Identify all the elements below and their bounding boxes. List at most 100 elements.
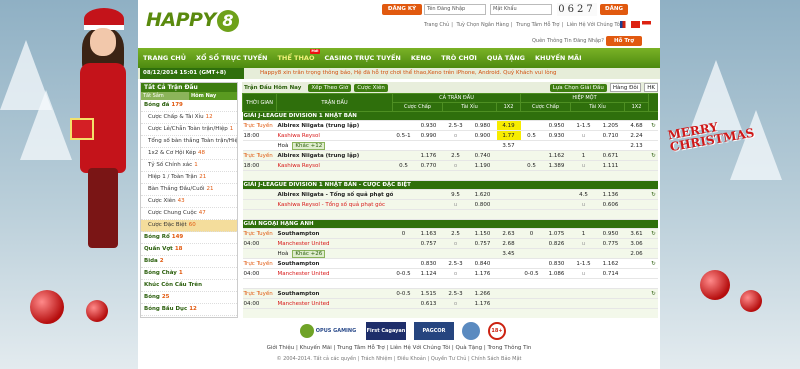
odds-cell[interactable]: 1.176 — [414, 150, 443, 161]
odds-cell[interactable]: 0.770 — [414, 160, 443, 171]
nav-keno[interactable]: KENO — [406, 48, 436, 68]
flag-indonesia-icon[interactable] — [642, 21, 651, 28]
odds-cell[interactable]: 1.124 — [414, 268, 443, 279]
sidebar-item[interactable]: Tỷ Số Chính xác 1 — [141, 160, 237, 172]
username-field[interactable]: Tên Đăng Nhập — [424, 4, 486, 15]
odds-cell[interactable]: 0.930 — [414, 120, 443, 131]
password-field[interactable]: Mật Khẩu — [490, 4, 552, 15]
flag-uk-icon[interactable] — [620, 21, 629, 28]
nav-games[interactable]: TRÒ CHƠI — [436, 48, 482, 68]
odds-cell[interactable]: 2.24 — [624, 130, 649, 141]
login-button[interactable]: ĐĂNG NHẬP — [600, 4, 628, 23]
nav-sports[interactable]: THỂ THAO Mới — [272, 48, 320, 68]
link-contact[interactable]: Liên Hệ Với Chúng Tôi — [567, 22, 622, 28]
support-button[interactable]: Hỗ Trợ — [606, 36, 642, 46]
sidebar-item[interactable]: Khúc Côn Cầu Trên — [141, 280, 237, 292]
refresh-icon[interactable]: ↻ — [648, 258, 658, 269]
sidebar-item[interactable]: Bóng Chày 1 — [141, 268, 237, 280]
odds-cell[interactable]: 1.176 — [468, 268, 497, 279]
odds-cell[interactable]: 2.63 — [496, 228, 521, 239]
footer-link-promo[interactable]: Khuyến Mãi — [300, 345, 332, 351]
odds-cell[interactable]: 0.900 — [468, 130, 497, 141]
refresh-icon[interactable]: ↻ — [648, 189, 658, 200]
odds-cell[interactable]: 1.150 — [468, 228, 497, 239]
odds-cell[interactable]: 0.830 — [542, 258, 571, 269]
odds-cell[interactable]: 0.757 — [414, 238, 443, 249]
odds-cell[interactable]: 0.671 — [596, 150, 625, 161]
odds-cell[interactable]: 0.714 — [596, 268, 625, 279]
refresh-icon[interactable]: ↻ — [648, 120, 658, 131]
odds-cell[interactable]: 1.136 — [596, 189, 625, 200]
footer-link-gifts[interactable]: Quà Tặng — [455, 345, 482, 351]
odds-cell[interactable]: 3.45 — [496, 248, 521, 259]
sidebar-item[interactable]: Cược Chung Cuộc 47 — [141, 208, 237, 220]
sidebar-item[interactable]: Bàn Thắng Đầu/Cuối 21 — [141, 184, 237, 196]
refresh-icon[interactable]: ↻ — [648, 150, 658, 161]
flag-china-icon[interactable] — [631, 21, 640, 28]
odds-cell[interactable]: 0.990 — [414, 130, 443, 141]
odds-cell[interactable]: 0.775 — [596, 238, 625, 249]
odds-cell[interactable]: 1.163 — [414, 228, 443, 239]
odds-cell[interactable]: 3.06 — [624, 238, 649, 249]
odds-cell[interactable]: 2.06 — [624, 248, 649, 259]
odds-cell[interactable]: 0.830 — [414, 258, 443, 269]
footer-link-about[interactable]: Giới Thiệu — [267, 345, 295, 351]
odds-cell[interactable]: 1.162 — [596, 258, 625, 269]
more-markets-button[interactable]: Khác +26 — [292, 249, 326, 258]
sidebar-item[interactable]: Hiệp 1 / Toàn Trận 21 — [141, 172, 237, 184]
odds-cell[interactable]: 4.19 — [496, 120, 521, 131]
sidebar-item[interactable]: Quần Vợt 18 — [141, 244, 237, 256]
odds-cell[interactable]: 0.800 — [468, 199, 497, 210]
footer-link-support[interactable]: Trung Tâm Hỗ Trợ — [337, 345, 385, 351]
nav-casino[interactable]: CASINO TRỰC TUYẾN — [320, 48, 406, 68]
forgot-login-link[interactable]: Quên Thông Tin Đăng Nhập? — [532, 38, 604, 44]
odds-cell[interactable]: 2.13 — [624, 140, 649, 151]
odds-cell[interactable]: 0.840 — [468, 258, 497, 269]
odds-cell[interactable]: 1.176 — [468, 298, 497, 309]
view-select[interactable]: Hàng Đôi — [609, 83, 642, 92]
nav-lottery[interactable]: XỔ SỐ TRỰC TUYẾN — [191, 48, 272, 68]
nav-gifts[interactable]: QUÀ TẶNG — [482, 48, 530, 68]
odds-cell[interactable]: 0.740 — [468, 150, 497, 161]
sidebar-item[interactable]: Tổng số bàn thắng Toàn trận/Hiệp1 — [141, 136, 237, 148]
odds-cell[interactable]: 0.613 — [414, 298, 443, 309]
footer-link-contact[interactable]: Liên Hệ Với Chúng Tôi — [390, 345, 450, 351]
odds-cell[interactable]: 0.826 — [542, 238, 571, 249]
odds-cell[interactable]: 1.266 — [468, 288, 497, 299]
link-home[interactable]: Trang Chủ — [424, 22, 449, 28]
odds-type-select[interactable]: HK — [644, 83, 658, 92]
link-bank[interactable]: Tuỳ Chọn Ngân Hàng — [456, 22, 508, 28]
odds-cell[interactable]: 1.111 — [596, 160, 625, 171]
odds-cell[interactable]: 1.086 — [542, 268, 571, 279]
odds-cell[interactable]: 0.950 — [542, 120, 571, 131]
tab-today[interactable]: Hôm Nay — [189, 92, 237, 100]
refresh-icon[interactable]: ↻ — [648, 228, 658, 239]
footer-link-info[interactable]: Trong Thông Tin — [487, 345, 531, 351]
link-support[interactable]: Trung Tâm Hỗ Trợ — [516, 22, 559, 28]
sidebar-item[interactable]: Bóng 25 — [141, 292, 237, 304]
odds-cell[interactable]: 0.930 — [542, 130, 571, 141]
odds-cell[interactable]: 0.757 — [468, 238, 497, 249]
site-logo[interactable]: HAPPY 8 — [146, 9, 239, 32]
sidebar-item[interactable]: Bóng Bầu Dục 12 — [141, 304, 237, 316]
nav-promotions[interactable]: KHUYẾN MÃI — [530, 48, 587, 68]
odds-cell[interactable]: 1.075 — [542, 228, 571, 239]
sidebar-item[interactable]: 1x2 & Cơ Hội Kép 48 — [141, 148, 237, 160]
odds-cell[interactable]: 3.61 — [624, 228, 649, 239]
choose-league-button[interactable]: Lựa Chọn Giải Đấu — [549, 83, 607, 92]
odds-cell[interactable]: 1.620 — [468, 189, 497, 200]
odds-cell[interactable]: 3.57 — [496, 140, 521, 151]
sidebar-item[interactable]: Cược Chấp & Tài Xỉu 12 — [141, 112, 237, 124]
more-markets-button[interactable]: Khác +12 — [292, 141, 326, 150]
odds-cell[interactable]: 1.205 — [596, 120, 625, 131]
parlay-button[interactable]: Cược Xiên — [354, 83, 388, 92]
odds-cell[interactable]: 2.68 — [496, 238, 521, 249]
sidebar-item[interactable]: Bida 2 — [141, 256, 237, 268]
refresh-icon[interactable]: ↻ — [648, 288, 658, 299]
odds-cell[interactable]: 1.162 — [542, 150, 571, 161]
odds-cell[interactable]: 1.190 — [468, 160, 497, 171]
tab-all[interactable]: Tất Sắm — [141, 92, 189, 100]
sidebar-item[interactable]: Cược Đặc Biệt 60 — [141, 220, 237, 232]
odds-cell[interactable]: 0.710 — [596, 130, 625, 141]
nav-home[interactable]: TRANG CHỦ — [138, 48, 191, 68]
